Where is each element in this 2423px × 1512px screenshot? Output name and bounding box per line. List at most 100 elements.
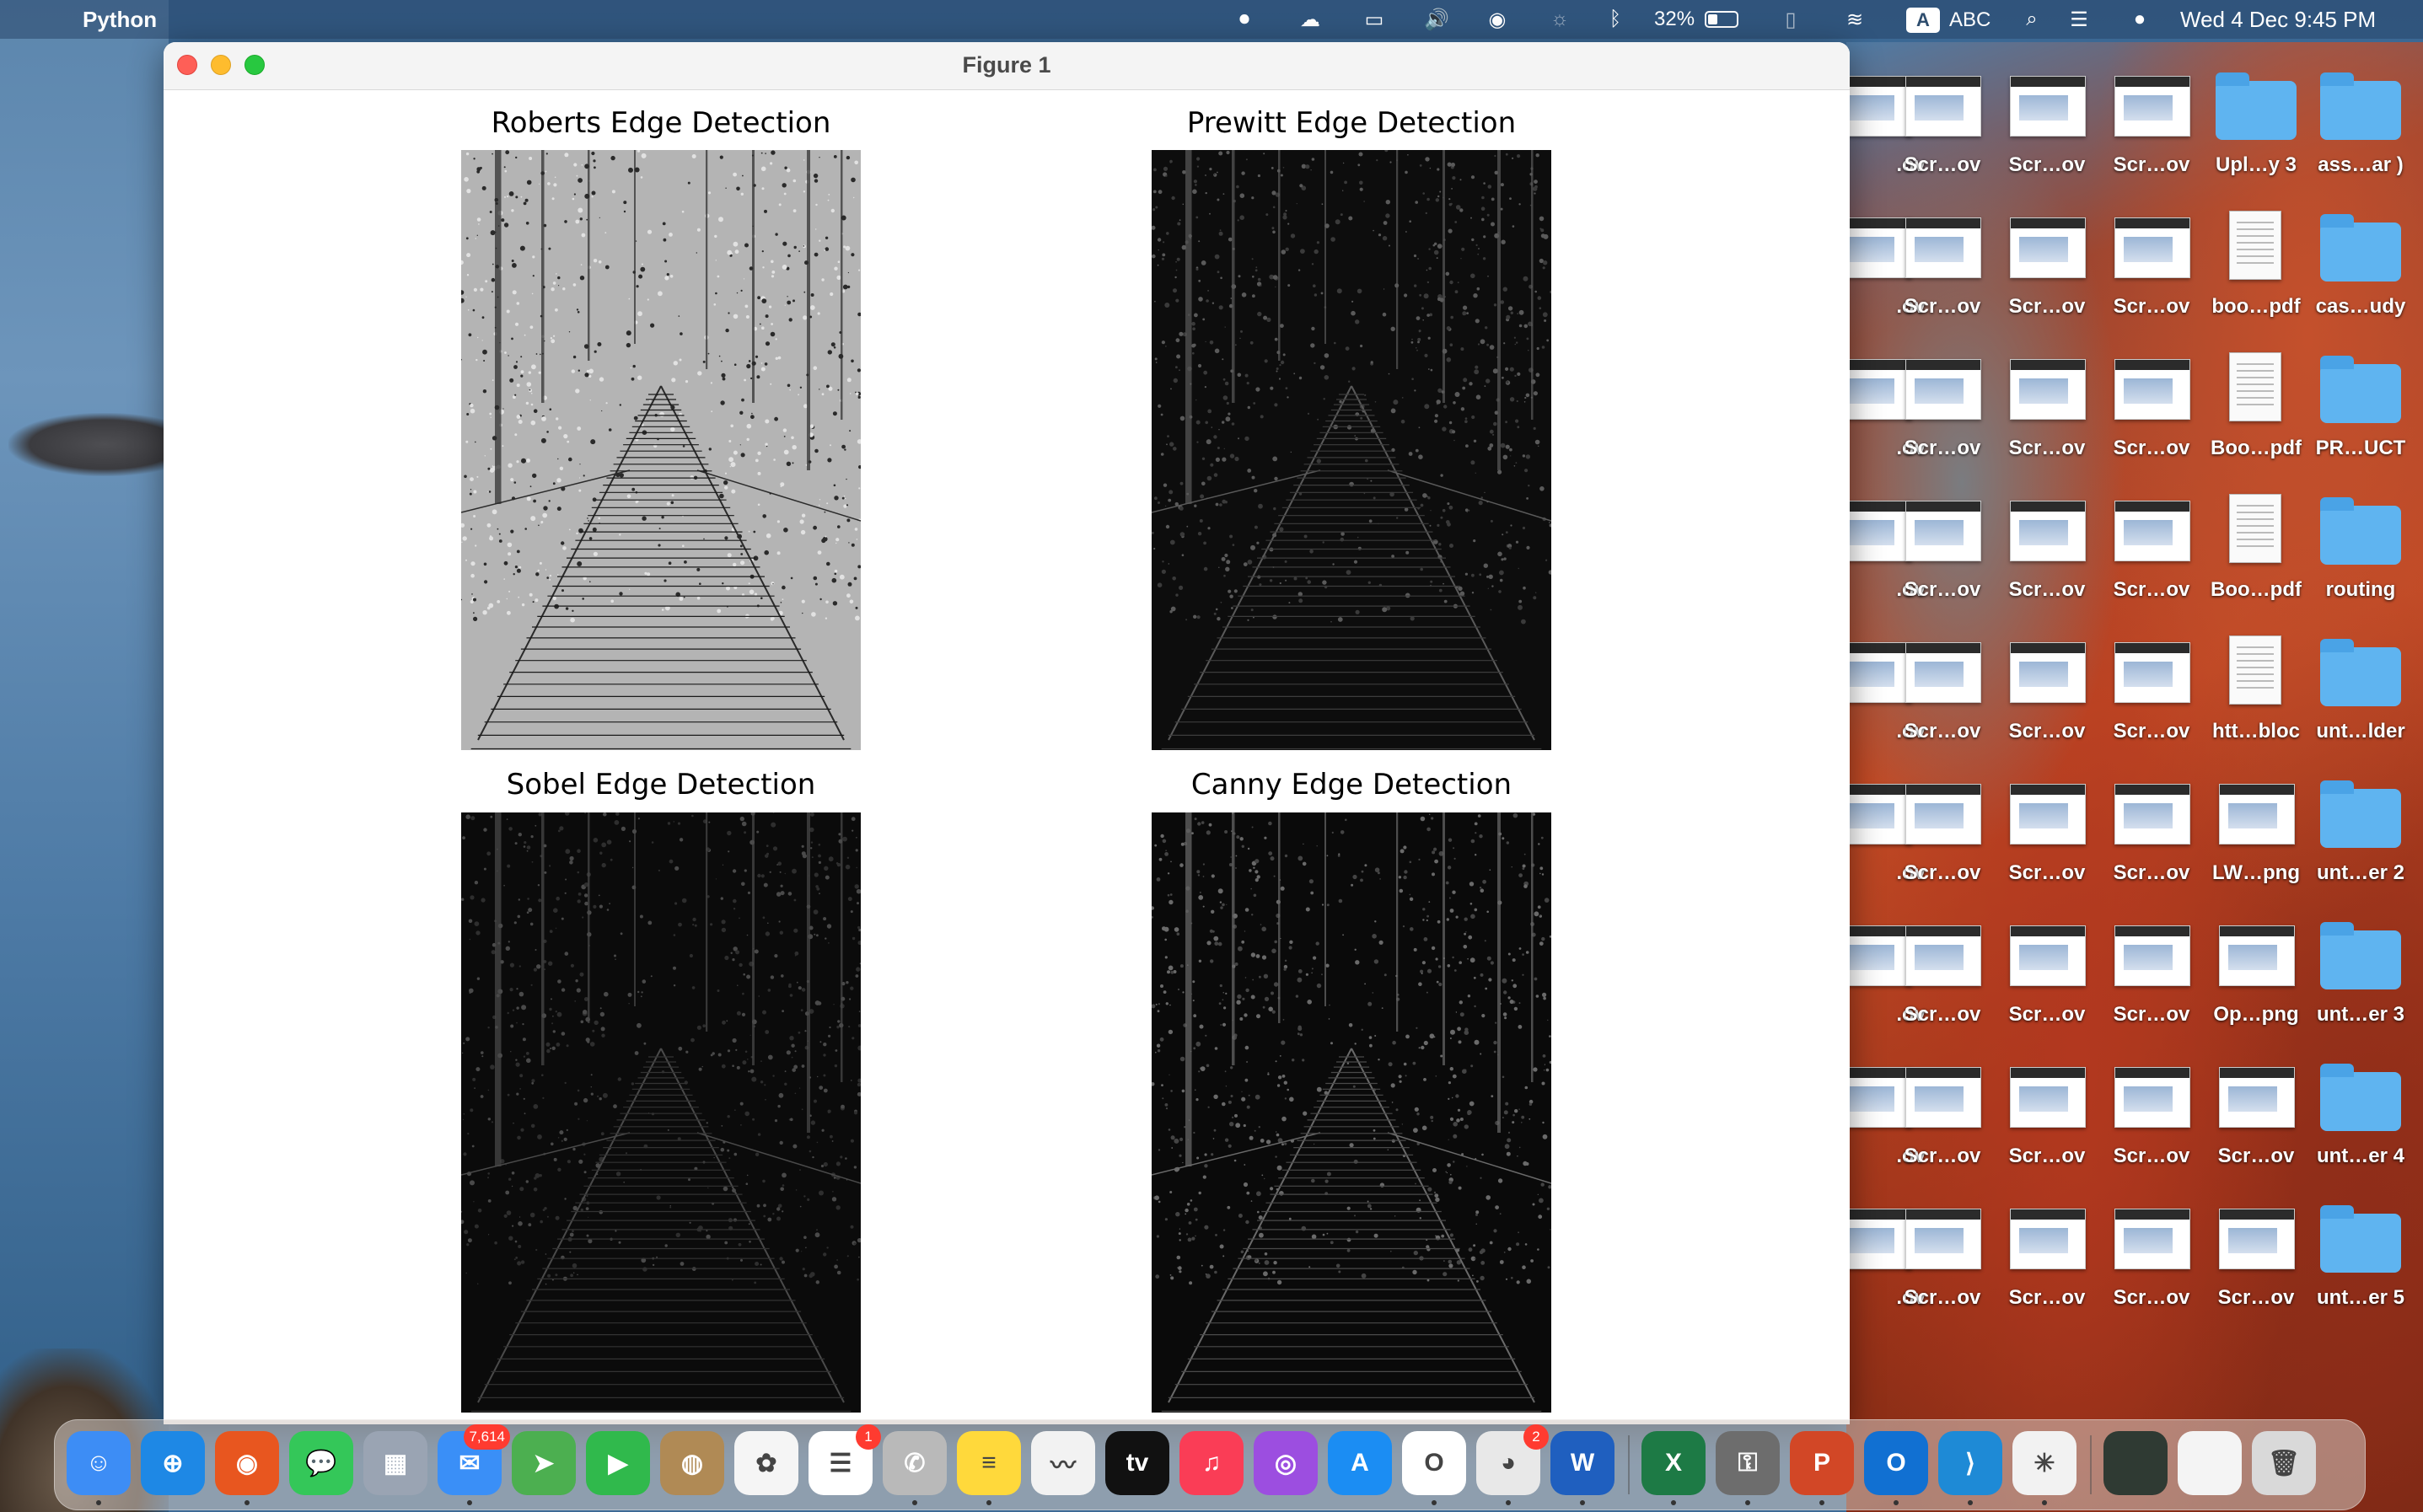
chrome-icon[interactable]: ◕ 2	[1476, 1424, 1549, 1495]
volume-icon[interactable]: 🔊	[1424, 8, 1449, 31]
messages-icon[interactable]: 💬	[289, 1431, 353, 1495]
desktop-screenshot-file[interactable]: Scr…ov	[2099, 762, 2204, 888]
siri-icon[interactable]: ●	[2128, 8, 2152, 31]
launchpad-icon[interactable]: ▦	[363, 1431, 427, 1495]
desktop-screenshot-file[interactable]: Scr…ov	[1995, 1187, 2099, 1313]
desktop-document[interactable]: htt…bloc	[2204, 620, 2308, 747]
active-app-name[interactable]: Python	[83, 7, 157, 33]
desktop-screenshot-file[interactable]: Op…png	[2204, 903, 2308, 1030]
desktop-screenshot-file[interactable]: Scr…ov	[1995, 620, 2099, 747]
whatsapp-icon[interactable]: ✆	[883, 1431, 947, 1495]
mail-icon[interactable]: ✉ 7,614	[438, 1424, 510, 1495]
input-source-label[interactable]: ABC	[1949, 8, 1991, 32]
desktop-screenshot-file[interactable]: Scr…ov	[2099, 337, 2204, 464]
desktop-screenshot-file[interactable]: Scr…ov	[2099, 1187, 2204, 1313]
desktop-screenshot-file[interactable]: Scr…ov	[1890, 620, 1995, 747]
screenshot-thumbnail-icon	[2010, 217, 2086, 278]
safari-icon[interactable]: ⊕	[141, 1431, 205, 1495]
desktop-folder[interactable]: unt…er 2	[2308, 762, 2413, 888]
desktop-screenshot-file[interactable]: Scr…ov	[1995, 196, 2099, 322]
word-icon[interactable]: W	[1550, 1431, 1614, 1495]
battery-icon[interactable]	[1705, 11, 1738, 28]
desktop-screenshot-file[interactable]: Scr…ov	[1890, 54, 1995, 180]
photos-icon[interactable]: ✿	[734, 1431, 798, 1495]
input-source-icon[interactable]: A	[1906, 8, 1940, 33]
desktop-screenshot-file[interactable]: Scr…ov	[1995, 337, 2099, 464]
desktop-screenshot-file[interactable]: Scr…ov	[2099, 1045, 2204, 1172]
desktop-folder[interactable]: unt…er 5	[2308, 1187, 2413, 1313]
recent-document-icon[interactable]	[2178, 1431, 2242, 1495]
desktop-folder[interactable]: unt…er 3	[2308, 903, 2413, 1030]
display-icon[interactable]: ▭	[1362, 8, 1386, 31]
powerpoint-icon[interactable]: P	[1790, 1431, 1854, 1495]
appletv-icon[interactable]: tv	[1105, 1431, 1169, 1495]
desktop-screenshot-file[interactable]: Scr…ov	[1890, 479, 1995, 605]
control-center-icon[interactable]: ☰	[2067, 8, 2091, 31]
desktop-screenshot-file[interactable]: Scr…ov	[1890, 337, 1995, 464]
desktop-folder[interactable]: unt…lder	[2308, 620, 2413, 747]
music-icon[interactable]: ♫	[1179, 1431, 1244, 1495]
recent-document-icon[interactable]	[2103, 1431, 2168, 1495]
desktop-item-label: Scr…ov	[2113, 153, 2190, 176]
desktop-screenshot-file[interactable]: Scr…ov	[1890, 1187, 1995, 1313]
finder-icon[interactable]: ☺	[67, 1431, 131, 1495]
appstore-icon[interactable]: A	[1328, 1431, 1392, 1495]
desktop-screenshot-file[interactable]: Scr…ov	[2204, 1045, 2308, 1172]
screen-record-icon[interactable]: ⏺	[1233, 8, 1256, 31]
notes-icon[interactable]: ≡	[957, 1431, 1021, 1495]
desktop-folder[interactable]: routing	[2308, 479, 2413, 605]
desktop-screenshot-file[interactable]: Scr…ov	[2099, 196, 2204, 322]
desktop-screenshot-file[interactable]: Scr…ov	[1995, 479, 2099, 605]
firefox-icon[interactable]: ◉	[215, 1431, 279, 1495]
wifi-icon[interactable]: ≋	[1843, 8, 1867, 31]
desktop-screenshot-file[interactable]: Scr…ov	[2099, 479, 2204, 605]
freeform-icon[interactable]: 〰	[1031, 1431, 1095, 1495]
desktop-folder[interactable]: ass…ar )	[2308, 54, 2413, 180]
desktop-screenshot-file[interactable]: Scr…ov	[1995, 1045, 2099, 1172]
creative-cloud-icon[interactable]: ☁	[1298, 8, 1322, 31]
python-launcher-icon[interactable]: ✳	[2012, 1431, 2076, 1495]
outlook-icon[interactable]: O	[1864, 1431, 1928, 1495]
desktop-screenshot-file[interactable]: Scr…ov	[1995, 762, 2099, 888]
desktop-screenshot-file[interactable]: Scr…ov	[2099, 620, 2204, 747]
vscode-icon[interactable]: ⟩	[1938, 1431, 2002, 1495]
maps-icon[interactable]: ➤	[512, 1431, 576, 1495]
desktop-folder[interactable]: PR…UCT	[2308, 337, 2413, 464]
contacts-icon[interactable]: ◍	[660, 1431, 724, 1495]
desktop-screenshot-file[interactable]: Scr…ov	[1890, 196, 1995, 322]
desktop-screenshot-file[interactable]: Scr…ov	[2099, 903, 2204, 1030]
excel-icon[interactable]: X	[1641, 1431, 1706, 1495]
desktop-folder[interactable]: Upl…y 3	[2204, 54, 2308, 180]
desktop-screenshot-file[interactable]: Scr…ov	[1995, 903, 2099, 1030]
desktop-screenshot-file[interactable]: Scr…ov	[1995, 54, 2099, 180]
desktop-screenshot-file[interactable]: Scr…ov	[1890, 762, 1995, 888]
desktop-document[interactable]: Boo…pdf	[2204, 337, 2308, 464]
dock-app-glyph: ♫	[1201, 1449, 1222, 1477]
desktop-folder[interactable]: unt…er 4	[2308, 1045, 2413, 1172]
desktop-screenshot-file[interactable]: Scr…ov	[1890, 1045, 1995, 1172]
desktop-folder[interactable]: cas…udy	[2308, 196, 2413, 322]
desktop-screenshot-file[interactable]: Scr…ov	[2204, 1187, 2308, 1313]
desktop-screenshot-file[interactable]: LW…png	[2204, 762, 2308, 888]
menu-bar-clock[interactable]: Wed 4 Dec 9:45 PM	[2180, 7, 2376, 33]
desktop-screenshot-file[interactable]: Scr…ov	[2099, 54, 2204, 180]
brightness-icon[interactable]: ☼	[1548, 8, 1571, 31]
dock-app-glyph: ◍	[680, 1449, 704, 1477]
matplotlib-figure-window[interactable]: Figure 1 Roberts Edge Detection Prewitt …	[164, 42, 1850, 1424]
stage-manager-icon[interactable]: ▯	[1779, 8, 1802, 31]
desktop-document[interactable]: boo…pdf	[2204, 196, 2308, 322]
reminders-icon[interactable]: ☰ 1	[809, 1424, 881, 1495]
facetime-icon[interactable]: ▶	[586, 1431, 650, 1495]
window-title-bar[interactable]: Figure 1	[164, 42, 1850, 90]
opera-icon[interactable]: O	[1402, 1431, 1466, 1495]
podcasts-icon[interactable]: ◎	[1254, 1431, 1318, 1495]
keychain-icon[interactable]: ⚿	[1716, 1431, 1780, 1495]
desktop-document[interactable]: Boo…pdf	[2204, 479, 2308, 605]
battery-percentage[interactable]: 32%	[1654, 8, 1695, 31]
airdrop-icon[interactable]: ◉	[1485, 8, 1509, 31]
desktop-screenshot-file[interactable]: Scr…ov	[1890, 903, 1995, 1030]
trash-icon[interactable]: 🗑	[2252, 1431, 2316, 1495]
spotlight-search-icon[interactable]: ⌕	[2020, 8, 2044, 31]
bluetooth-icon[interactable]: ᛒ	[1604, 8, 1627, 31]
dock-app-glyph: P	[1813, 1449, 1830, 1477]
